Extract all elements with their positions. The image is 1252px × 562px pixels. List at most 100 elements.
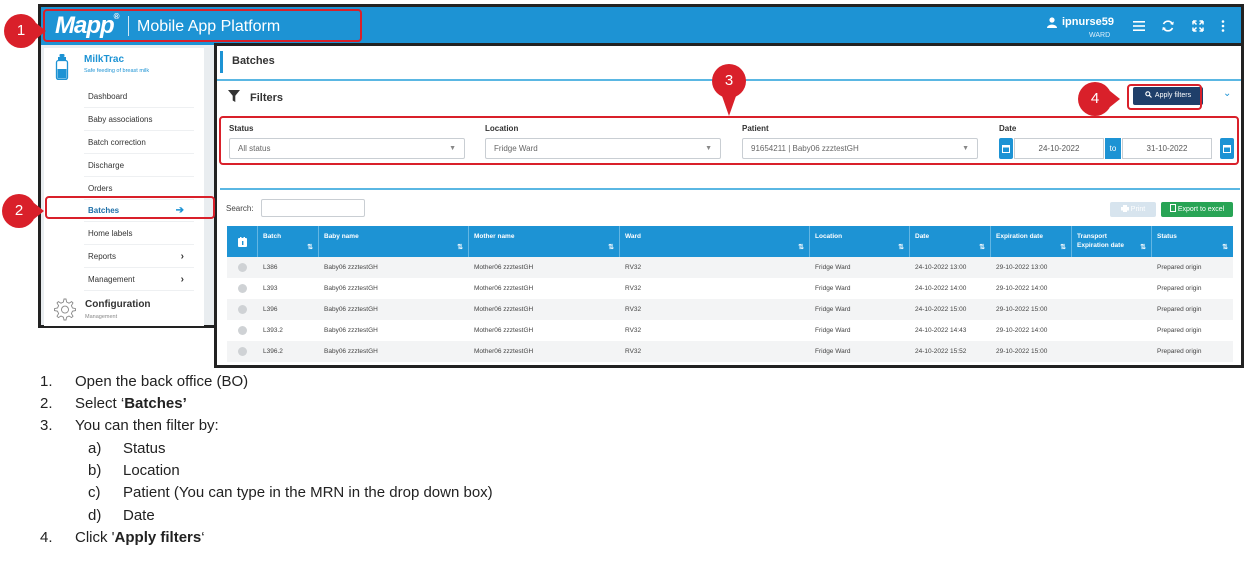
sidebar-item-configuration[interactable]: Configuration Management — [44, 293, 204, 326]
row-select-radio[interactable] — [238, 347, 247, 356]
row-select-radio[interactable] — [238, 326, 247, 335]
gear-icon — [54, 298, 76, 321]
cell-date: 24-10-2022 14:43 — [915, 327, 967, 334]
sidebar-item-label: Discharge — [88, 161, 125, 170]
column-header-ward[interactable]: Ward ⇅ — [620, 226, 810, 257]
sidebar-item-label: Home labels — [88, 229, 133, 238]
table-row[interactable]: L396 Baby06 zzztestGH Mother06 zzztestGH RV… — [227, 299, 1233, 320]
cell-mother-name: Mother06 zzztestGH — [474, 285, 534, 292]
print-button[interactable]: Print — [1110, 202, 1156, 217]
sidebar-item-discharge[interactable]: Discharge — [84, 155, 194, 177]
sort-icon: ⇅ — [457, 244, 463, 251]
cell-ward: RV32 — [625, 264, 642, 271]
table-row[interactable]: L393.2 Baby06 zzztestGH Mother06 zzztestGH… — [227, 320, 1233, 341]
app-name[interactable]: MilkTrac — [84, 54, 124, 65]
sidebar-item-reports[interactable]: Reports › — [84, 246, 194, 268]
cell-mother-name: Mother06 zzztestGH — [474, 264, 534, 271]
cell-location: Fridge Ward — [815, 264, 851, 271]
cell-batch: L386 — [263, 264, 278, 271]
cell-location: Fridge Ward — [815, 285, 851, 292]
cell-mother-name: Mother06 zzztestGH — [474, 306, 534, 313]
table-header: Batch ⇅ Baby name ⇅ Mother name ⇅ Ward ⇅ Loc… — [227, 226, 1233, 257]
row-select-radio[interactable] — [238, 263, 247, 272]
sidebar-item-label: Batch correction — [88, 138, 146, 147]
milk-bottle-icon — [55, 54, 69, 80]
cell-ward: RV32 — [625, 306, 642, 313]
printer-icon — [1120, 205, 1129, 212]
cell-status: Prepared origin — [1157, 306, 1202, 313]
callout-badge-1: 1 — [4, 14, 38, 48]
breadcrumb-accent — [220, 51, 223, 73]
sidebar-item-dashboard[interactable]: Dashboard — [84, 86, 194, 108]
highlight-header — [43, 9, 362, 42]
cell-batch: L393.2 — [263, 327, 283, 334]
cell-baby-name: Baby06 zzztestGH — [324, 264, 378, 271]
cell-expiration-date: 29-10-2022 15:00 — [996, 348, 1048, 355]
app-subtitle: Safe feeding of breast milk — [84, 68, 150, 74]
column-header-transport-expiration-date[interactable]: Transport Expiration date ⇅ — [1072, 226, 1152, 257]
cell-status: Prepared origin — [1157, 327, 1202, 334]
column-header-date[interactable]: Date ⇅ — [910, 226, 991, 257]
column-label: Batch — [263, 233, 282, 240]
column-header-location[interactable]: Location ⇅ — [810, 226, 910, 257]
callout-badge-4: 4 — [1078, 82, 1112, 116]
search-input[interactable] — [261, 199, 365, 217]
config-name: Configuration — [85, 299, 151, 310]
column-header-mother-name[interactable]: Mother name ⇅ — [469, 226, 620, 257]
cell-date: 24-10-2022 15:00 — [915, 306, 967, 313]
export-excel-button[interactable]: Export to excel — [1161, 202, 1233, 217]
cell-baby-name: Baby06 zzztestGH — [324, 285, 378, 292]
cell-date: 24-10-2022 13:00 — [915, 264, 967, 271]
sort-icon: ⇅ — [1222, 244, 1228, 251]
more-vertical-icon[interactable] — [1216, 19, 1230, 33]
cell-expiration-date: 29-10-2022 14:00 — [996, 285, 1048, 292]
row-select-radio[interactable] — [238, 284, 247, 293]
instruction-text-bold: Apply filters — [114, 529, 202, 546]
cell-date: 24-10-2022 15:52 — [915, 348, 967, 355]
instruction-text: Status — [123, 440, 166, 457]
sidebar-item-batch-correction[interactable]: Batch correction — [84, 132, 194, 154]
cell-location: Fridge Ward — [815, 348, 851, 355]
refresh-icon[interactable] — [1161, 19, 1175, 33]
cell-ward: RV32 — [625, 285, 642, 292]
table-row[interactable]: L386 Baby06 zzztestGH Mother06 zzztestGH RV… — [227, 257, 1233, 278]
chevron-right-icon: › — [180, 274, 184, 285]
cell-ward: RV32 — [625, 327, 642, 334]
instruction-letter: c) — [88, 484, 101, 501]
callout-arrow — [34, 203, 44, 219]
column-header-status[interactable]: Status ⇅ — [1152, 226, 1233, 257]
export-label: Export to excel — [1177, 206, 1225, 213]
sort-icon: ⇅ — [898, 244, 904, 251]
column-header-baby-name[interactable]: Baby name ⇅ — [319, 226, 469, 257]
table-row[interactable]: L393 Baby06 zzztestGH Mother06 zzztestGH RV… — [227, 278, 1233, 299]
cell-location: Fridge Ward — [815, 306, 851, 313]
instruction-text: Open the back office (BO) — [75, 373, 249, 390]
fullscreen-icon[interactable] — [1191, 19, 1205, 33]
column-header-expiration-date[interactable]: Expiration date ⇅ — [991, 226, 1072, 257]
chevron-down-icon[interactable]: ⌄ — [1223, 88, 1231, 99]
sidebar-item-baby-associations[interactable]: Baby associations — [84, 109, 194, 131]
divider — [220, 188, 1240, 190]
column-header-batch[interactable]: Batch ⇅ — [258, 226, 319, 257]
menu-icon[interactable] — [1132, 19, 1146, 33]
callout-arrow — [36, 23, 46, 39]
sidebar-item-label: Management — [88, 275, 135, 284]
username[interactable]: ipnurse59 — [1062, 16, 1114, 28]
select-column-header[interactable] — [227, 226, 258, 257]
sort-icon: ⇅ — [608, 244, 614, 251]
sort-icon: ⇅ — [307, 244, 313, 251]
cell-status: Prepared origin — [1157, 264, 1202, 271]
table-row[interactable]: L396.2 Baby06 zzztestGH Mother06 zzztestGH… — [227, 341, 1233, 362]
instruction-text: Date — [123, 507, 155, 524]
sidebar-item-management[interactable]: Management › — [84, 269, 194, 291]
cell-transport-expiration-date — [1072, 341, 1077, 362]
cell-status: Prepared origin — [1157, 348, 1202, 355]
batches-table: Batch ⇅ Baby name ⇅ Mother name ⇅ Ward ⇅ Loc… — [227, 226, 1233, 362]
row-select-radio[interactable] — [238, 305, 247, 314]
sidebar-item-home-labels[interactable]: Home labels — [84, 223, 194, 245]
cell-transport-expiration-date — [1072, 299, 1077, 320]
cell-status: Prepared origin — [1157, 285, 1202, 292]
excel-file-icon — [1169, 204, 1176, 212]
column-label: Status — [1157, 233, 1177, 240]
callout-arrow — [722, 96, 736, 116]
